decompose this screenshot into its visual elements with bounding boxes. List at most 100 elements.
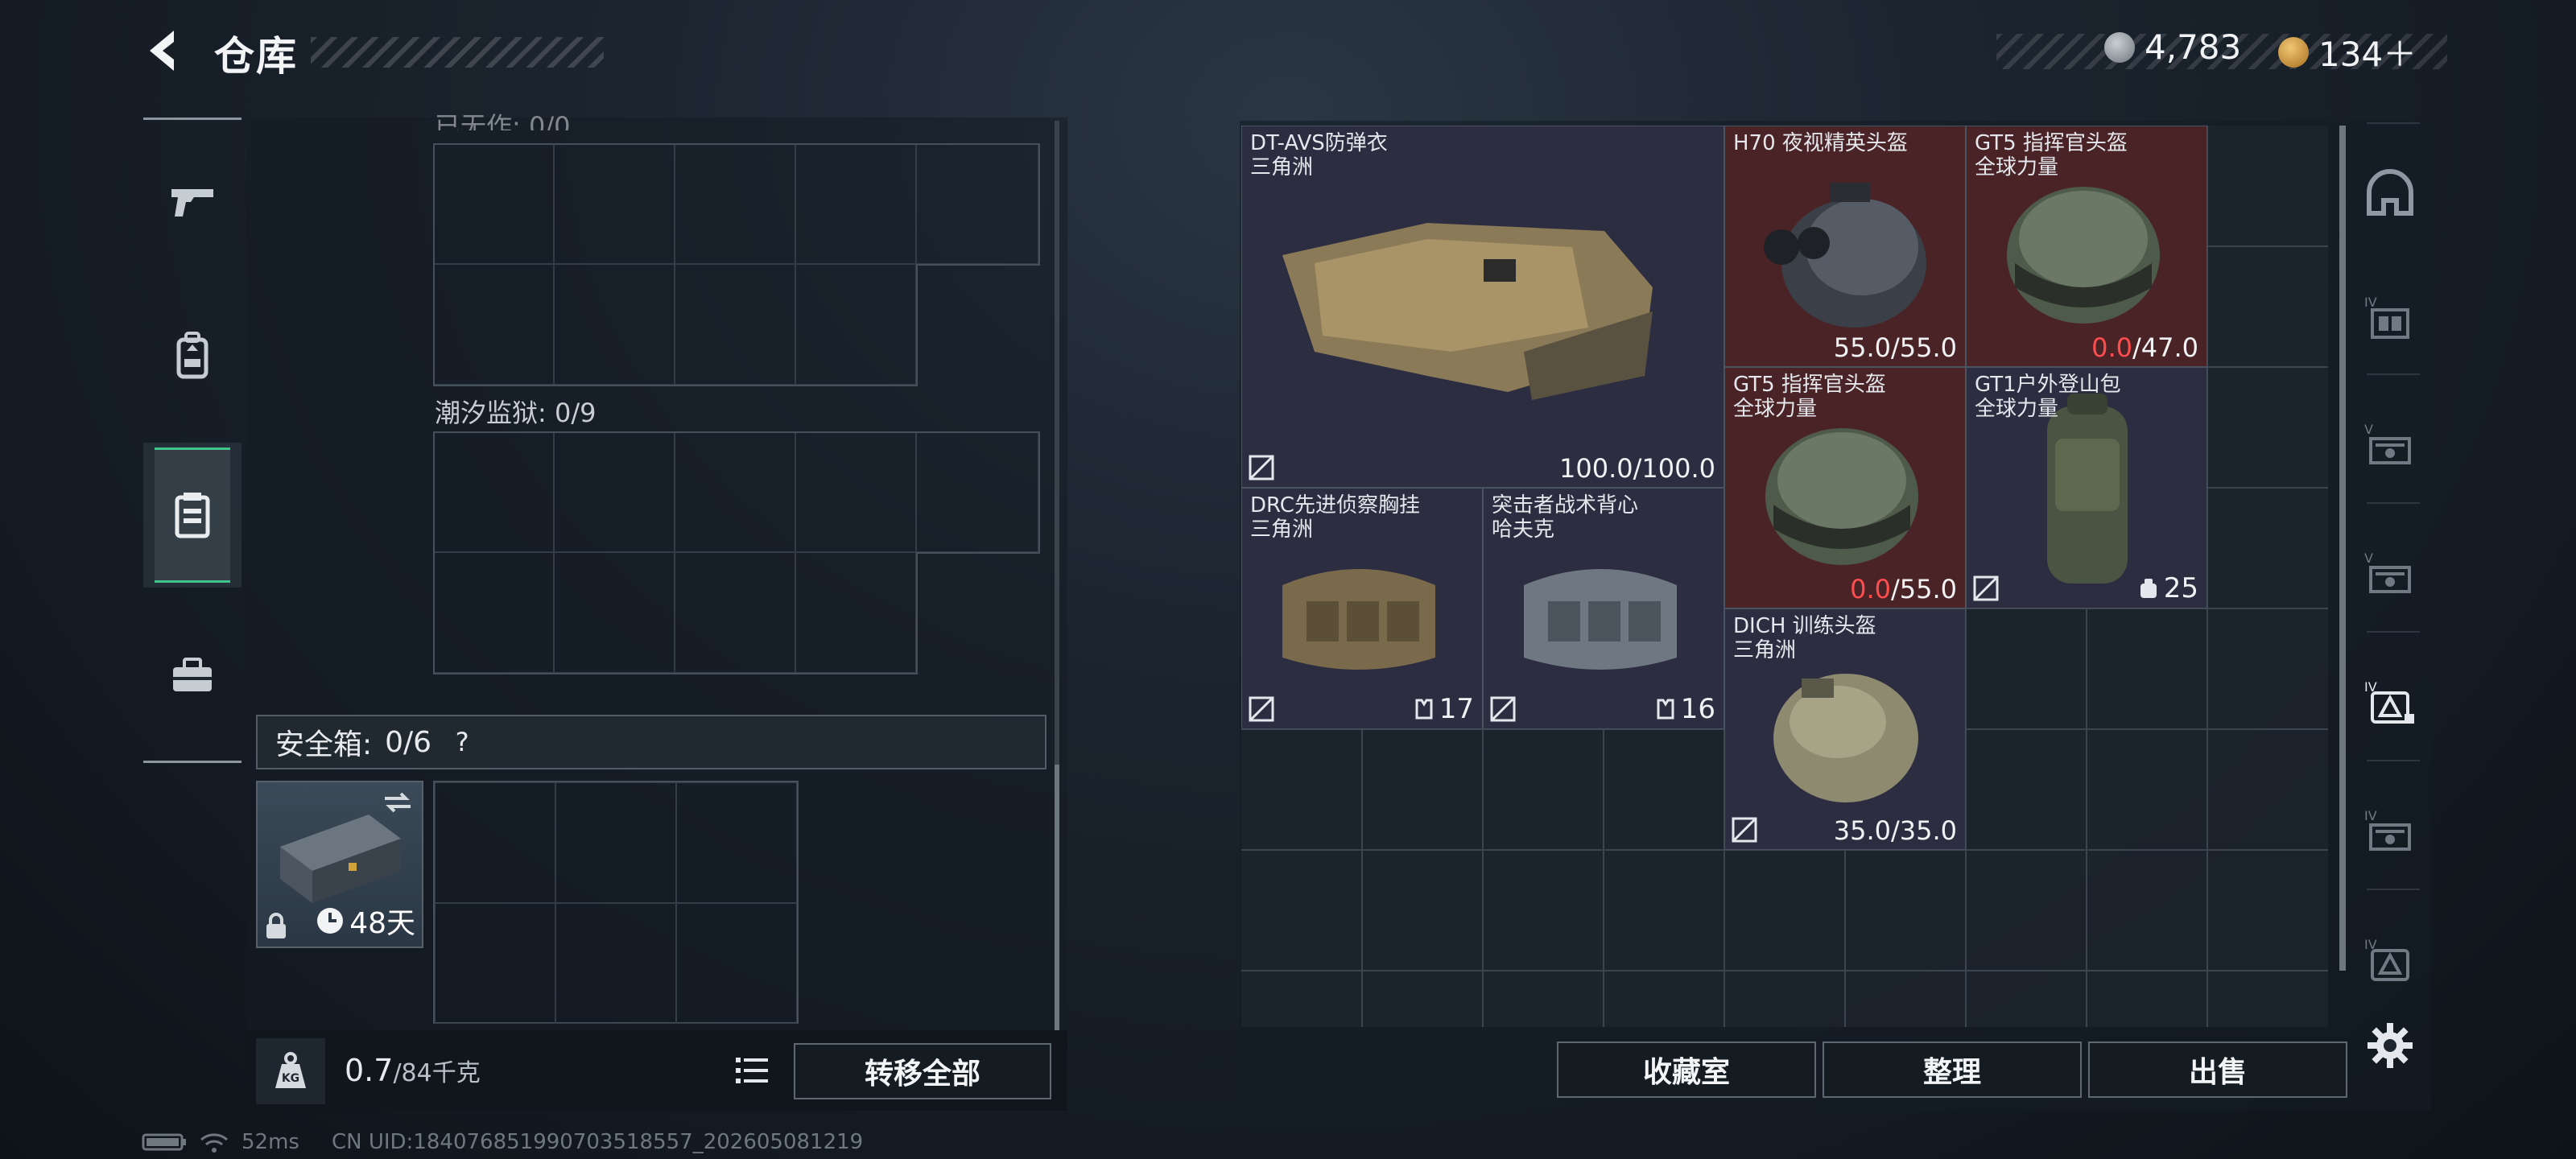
storage-grid-2[interactable]	[433, 431, 1040, 674]
svg-text:KG: KG	[282, 1072, 299, 1085]
inventory-scroll-thumb[interactable]	[2339, 126, 2346, 971]
section-label-tide-prison: 潮汐监狱: 0/9	[435, 398, 597, 428]
iv-armor-filter[interactable]: IV	[2359, 800, 2421, 863]
grid-slot[interactable]	[435, 903, 555, 1024]
currency-gold[interactable]: 134＋	[2278, 27, 2417, 76]
iv-vest-filter[interactable]: IV	[2359, 287, 2421, 349]
chest-rig-image	[1282, 569, 1435, 670]
iv-bag-filter-icon: IV	[2364, 937, 2409, 981]
v-armor-filter[interactable]: V	[2359, 542, 2421, 605]
item-h70-helmet[interactable]: H70 夜视精英头盔 55.0/55.0	[1724, 126, 1966, 367]
capacity-value: 17	[1439, 693, 1474, 725]
grid-slot[interactable]	[676, 903, 797, 1024]
ping-value: 52ms	[242, 1130, 299, 1154]
sell-button[interactable]: 出售	[2088, 1041, 2347, 1098]
item-durability: 0.0/55.0	[1850, 574, 1957, 604]
no-insure-icon	[1973, 575, 1999, 601]
settings-button[interactable]	[2362, 1017, 2418, 1074]
storage-grid-1[interactable]	[433, 143, 1040, 386]
item-durability: 0.0/47.0	[2091, 332, 2198, 363]
safe-box-item[interactable]: 48天	[256, 781, 423, 948]
capacity-value: 16	[1680, 693, 1715, 725]
weight-capacity: /84千克	[393, 1059, 481, 1087]
weapons-icon	[171, 189, 213, 217]
item-dich-helmet[interactable]: DICH 训练头盔 三角洲 35.0/35.0	[1724, 608, 1966, 850]
grid-slot[interactable]	[555, 903, 676, 1024]
capacity-value: 25	[2163, 572, 2198, 604]
back-arrow-icon	[150, 31, 174, 71]
helmet-filter-icon	[2367, 169, 2413, 216]
iv-bag-filter[interactable]: IV	[2359, 929, 2421, 992]
item-capacity: 17	[1414, 693, 1474, 725]
filter-divider	[2367, 889, 2420, 890]
item-gt5-helmet[interactable]: GT5 指挥官头盔 全球力量 0.0/47.0	[1966, 126, 2207, 367]
filter-divider	[2367, 373, 2420, 375]
swap-icon[interactable]	[382, 789, 414, 816]
nav-weapons[interactable]	[143, 129, 242, 274]
item-durability: 35.0/35.0	[1834, 815, 1957, 846]
status-line: 52ms CN UID:184076851990703518557_202605…	[142, 1130, 863, 1154]
safe-duration: 48天	[316, 900, 415, 942]
v-armor-filter-icon: V	[2364, 551, 2411, 593]
title-decoration	[311, 37, 604, 68]
durability-current: 0.0	[2091, 332, 2132, 363]
nav-top-divider	[143, 118, 242, 120]
item-drc-chest-rig[interactable]: DRC先进侦察胸挂 三角洲 17	[1241, 488, 1483, 729]
item-name: DT-AVS防弹衣	[1250, 131, 1388, 155]
filter-divider	[2367, 760, 2420, 761]
toolbox-icon	[173, 658, 212, 691]
no-insure-icon	[1490, 696, 1516, 722]
helmet-filter[interactable]	[2359, 161, 2421, 224]
transfer-all-button[interactable]: 转移全部	[794, 1043, 1051, 1099]
item-gt1-backpack[interactable]: GT1户外登山包 全球力量 25	[1966, 367, 2207, 608]
silver-coin-icon	[2104, 31, 2135, 63]
grid-slot[interactable]	[555, 782, 676, 903]
durability-max: /55.0	[1890, 574, 1957, 604]
item-name: GT5 指挥官头盔	[1975, 131, 2128, 155]
item-raider-vest[interactable]: 突击者战术背心 哈夫克 16	[1483, 488, 1724, 729]
item-name: GT5 指挥官头盔	[1733, 373, 1886, 397]
collection-room-button[interactable]: 收藏室	[1557, 1041, 1816, 1098]
gold-coin-icon	[2278, 36, 2309, 68]
item-maker: 全球力量	[1733, 397, 1818, 421]
clock-icon	[317, 908, 344, 934]
currency-gold-value: 134＋	[2318, 35, 2417, 74]
iv-backpack-filter-icon: IV	[2364, 679, 2414, 724]
help-button[interactable]: ?	[446, 726, 478, 758]
safe-box-label: 安全箱:	[275, 728, 373, 761]
storage-scroll-thumb[interactable]	[1055, 765, 1059, 1030]
tactical-vest-image	[1524, 569, 1677, 670]
v-rig-filter[interactable]: V	[2359, 414, 2421, 476]
nav-toolbox[interactable]	[143, 604, 242, 749]
wifi-icon	[200, 1133, 228, 1153]
safe-duration-value: 48天	[349, 907, 415, 940]
iv-vest-filter-icon: IV	[2364, 295, 2409, 339]
nav-armor[interactable]	[143, 443, 242, 588]
grid-slot[interactable]	[435, 782, 555, 903]
durability-current: 0.0	[1850, 574, 1891, 604]
currency-silver[interactable]: 4,783	[2104, 27, 2241, 67]
durability-max: /55.0	[1890, 332, 1957, 363]
commander-helmet-image	[1765, 428, 1918, 565]
item-dt-avs-armor[interactable]: DT-AVS防弹衣 三角洲 100.0/100.0	[1241, 126, 1724, 488]
no-insure-icon	[1732, 817, 1757, 843]
svg-text:V: V	[2364, 551, 2373, 566]
iv-backpack-filter[interactable]: IV	[2359, 671, 2421, 734]
commander-helmet-image	[2007, 187, 2160, 324]
nav-backpack[interactable]	[143, 283, 242, 428]
item-name: H70 夜视精英头盔	[1733, 131, 1908, 155]
safe-box-grid[interactable]	[433, 781, 799, 1024]
grid-slot[interactable]	[676, 782, 797, 903]
body-armor-image	[1282, 223, 1653, 400]
safe-case-image	[280, 815, 401, 903]
sort-button[interactable]: 整理	[1823, 1041, 2082, 1098]
training-helmet-image	[1773, 674, 1918, 802]
item-maker: 三角洲	[1250, 155, 1314, 179]
list-view-button[interactable]	[726, 1045, 778, 1096]
item-name: DRC先进侦察胸挂	[1250, 493, 1420, 518]
v-rig-filter-icon: V	[2364, 422, 2411, 464]
back-button[interactable]	[142, 27, 188, 74]
item-gt5-helmet-2[interactable]: GT5 指挥官头盔 全球力量 0.0/55.0	[1724, 367, 1966, 608]
item-maker: 全球力量	[1975, 155, 2059, 179]
weight-icon-box: KG	[256, 1038, 325, 1104]
